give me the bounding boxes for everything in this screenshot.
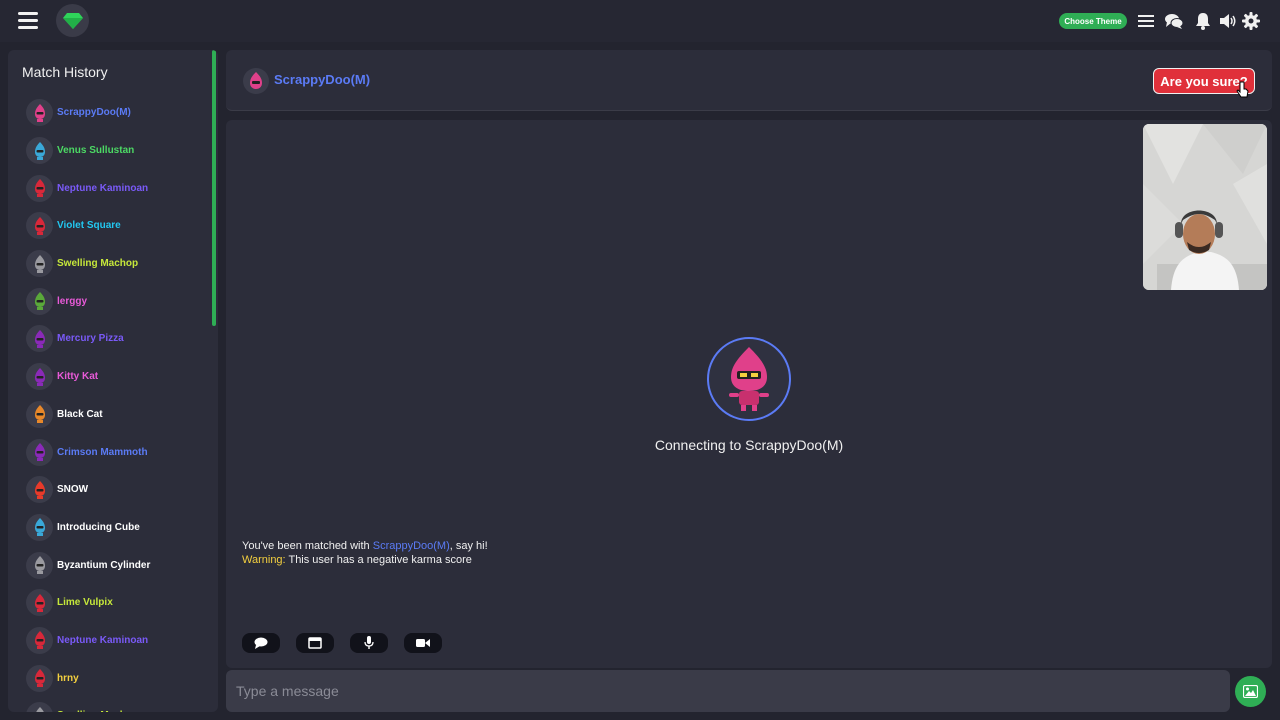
match-avatar bbox=[26, 664, 53, 692]
match-avatar bbox=[26, 325, 53, 353]
match-history-item[interactable]: Swelling Machop bbox=[26, 245, 211, 283]
window-icon bbox=[308, 637, 322, 649]
match-name: Swelling Machop bbox=[57, 710, 138, 712]
list-icon[interactable] bbox=[1137, 12, 1155, 30]
volume-icon[interactable] bbox=[1219, 12, 1237, 30]
match-avatar bbox=[26, 476, 53, 504]
warning-label: Warning: bbox=[242, 554, 286, 566]
match-list: ScrappyDoo(M) Venus Sullustan Neptune Kami… bbox=[26, 94, 211, 712]
mic-toggle-button[interactable] bbox=[350, 633, 388, 653]
match-history-item[interactable]: hrny bbox=[26, 659, 211, 697]
match-avatar bbox=[26, 287, 53, 315]
match-name: Venus Sullustan bbox=[57, 145, 135, 157]
match-avatar bbox=[26, 438, 53, 466]
match-name: Black Cat bbox=[57, 408, 103, 420]
match-name: Neptune Kaminoan bbox=[57, 634, 149, 646]
match-history-item[interactable]: Venus Sullustan bbox=[26, 132, 211, 170]
match-history-item[interactable]: Swelling Machop bbox=[26, 697, 211, 712]
match-history-item[interactable]: Kitty Kat bbox=[26, 358, 211, 396]
match-name: Introducing Cube bbox=[57, 521, 140, 533]
chat-icon bbox=[254, 637, 268, 649]
sidebar-title: Match History bbox=[22, 64, 108, 80]
match-avatar bbox=[26, 400, 53, 428]
mic-icon bbox=[364, 636, 374, 649]
mouse-cursor-icon bbox=[1236, 80, 1250, 100]
partner-name[interactable]: ScrappyDoo(M) bbox=[274, 72, 370, 87]
match-name: ScrappyDoo(M) bbox=[57, 107, 131, 119]
match-history-sidebar: Match History ScrappyDoo(M) Venus Sullust… bbox=[8, 50, 218, 712]
match-name: Mercury Pizza bbox=[57, 333, 124, 345]
match-name: SNOW bbox=[57, 484, 89, 496]
connecting-status: Connecting to ScrappyDoo(M) bbox=[654, 437, 844, 453]
match-name: Neptune Kaminoan bbox=[57, 182, 149, 194]
match-avatar bbox=[26, 513, 53, 541]
match-history-item[interactable]: Mercury Pizza bbox=[26, 320, 211, 358]
gem-logo-icon[interactable] bbox=[56, 4, 89, 37]
match-history-item[interactable]: SNOW bbox=[26, 471, 211, 509]
camera-toggle-button[interactable] bbox=[404, 633, 442, 653]
match-name: lerggy bbox=[57, 295, 88, 307]
match-name: hrny bbox=[57, 672, 79, 684]
system-message: You've been matched with ScrappyDoo(M), … bbox=[242, 539, 488, 567]
choose-theme-button[interactable]: Choose Theme bbox=[1059, 13, 1127, 29]
match-history-item[interactable]: Neptune Kaminoan bbox=[26, 169, 211, 207]
match-avatar bbox=[26, 137, 53, 165]
top-bar: Choose Theme bbox=[0, 0, 1280, 42]
match-history-item[interactable]: Introducing Cube bbox=[26, 509, 211, 547]
match-name: Violet Square bbox=[57, 220, 121, 232]
match-name: Kitty Kat bbox=[57, 371, 99, 383]
window-toggle-button[interactable] bbox=[296, 633, 334, 653]
match-avatar bbox=[26, 702, 53, 712]
match-avatar bbox=[26, 626, 53, 654]
match-avatar bbox=[26, 363, 53, 391]
match-avatar bbox=[26, 212, 53, 240]
menu-icon[interactable] bbox=[18, 12, 38, 29]
match-history-item[interactable]: Violet Square bbox=[26, 207, 211, 245]
chat-bubbles-icon[interactable] bbox=[1165, 12, 1184, 30]
match-history-item[interactable]: Neptune Kaminoan bbox=[26, 622, 211, 660]
sidebar-scrollbar[interactable] bbox=[212, 50, 216, 326]
match-avatar bbox=[26, 589, 53, 617]
match-name: Byzantium Cylinder bbox=[57, 559, 151, 571]
matched-prefix: You've been matched with bbox=[242, 540, 370, 552]
match-history-item[interactable]: lerggy bbox=[26, 282, 211, 320]
match-avatar bbox=[26, 99, 53, 127]
call-controls bbox=[242, 633, 442, 653]
matched-partner-link[interactable]: ScrappyDoo(M) bbox=[373, 540, 450, 552]
match-avatar bbox=[26, 551, 53, 579]
match-history-item[interactable]: Crimson Mammoth bbox=[26, 433, 211, 471]
chat-header: ScrappyDoo(M) Are you sure? bbox=[226, 50, 1272, 111]
match-avatar bbox=[26, 174, 53, 202]
chat-toggle-button[interactable] bbox=[242, 633, 280, 653]
partner-avatar[interactable] bbox=[243, 68, 269, 94]
message-input[interactable] bbox=[226, 670, 1230, 712]
self-video-preview[interactable] bbox=[1143, 124, 1267, 290]
match-history-item[interactable]: Lime Vulpix bbox=[26, 584, 211, 622]
settings-icon[interactable] bbox=[1242, 12, 1260, 30]
matched-suffix: , say hi! bbox=[449, 540, 488, 552]
match-history-item[interactable]: Black Cat bbox=[26, 396, 211, 434]
match-name: Lime Vulpix bbox=[57, 597, 113, 609]
match-name: Swelling Machop bbox=[57, 258, 139, 270]
bell-icon[interactable] bbox=[1194, 12, 1212, 30]
camera-icon bbox=[416, 639, 430, 647]
match-name: Crimson Mammoth bbox=[57, 446, 148, 458]
image-icon bbox=[1243, 685, 1258, 698]
match-history-item[interactable]: ScrappyDoo(M) bbox=[26, 94, 211, 132]
match-avatar bbox=[26, 250, 53, 278]
connecting-avatar bbox=[707, 337, 791, 421]
video-area: Connecting to ScrappyDoo(M) You've been … bbox=[226, 120, 1272, 668]
match-history-item[interactable]: Byzantium Cylinder bbox=[26, 546, 211, 584]
warning-text: This user has a negative karma score bbox=[288, 554, 472, 566]
send-image-button[interactable] bbox=[1235, 676, 1266, 707]
